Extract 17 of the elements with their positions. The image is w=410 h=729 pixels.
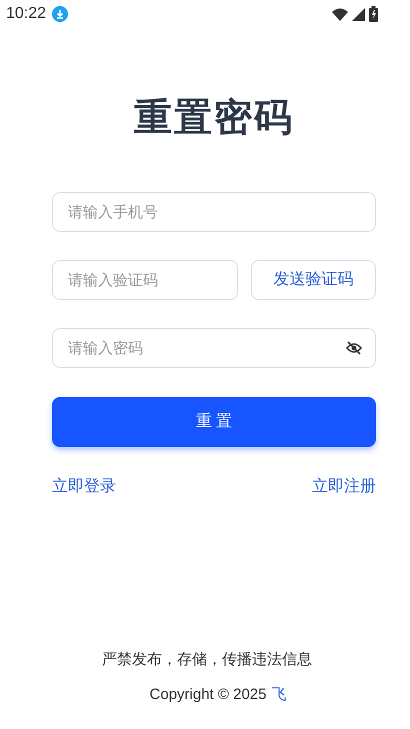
copyright-text: Copyright © 2025 bbox=[150, 684, 266, 704]
register-link[interactable]: 立即注册 bbox=[312, 475, 376, 499]
download-icon bbox=[52, 6, 68, 22]
login-link[interactable]: 立即登录 bbox=[52, 475, 116, 499]
battery-icon bbox=[369, 6, 378, 22]
page-title: 重置密码 bbox=[133, 96, 295, 141]
phone-field[interactable]: 请输入手机号 bbox=[52, 192, 376, 232]
eye-off-icon[interactable] bbox=[346, 341, 362, 355]
company-link[interactable]: 飞 bbox=[271, 684, 286, 706]
signal-icon bbox=[352, 8, 365, 20]
legal-notice: 严禁发布，存储，传播违法信息 bbox=[101, 650, 312, 670]
password-field[interactable]: 请输入密码 bbox=[52, 328, 376, 368]
send-code-button[interactable]: 发送验证码 bbox=[251, 260, 376, 300]
wifi-icon bbox=[332, 8, 348, 20]
reset-button[interactable]: 重 置 bbox=[52, 397, 376, 447]
status-time: 10:22 bbox=[6, 4, 46, 24]
code-field[interactable]: 请输入验证码 bbox=[52, 260, 238, 300]
